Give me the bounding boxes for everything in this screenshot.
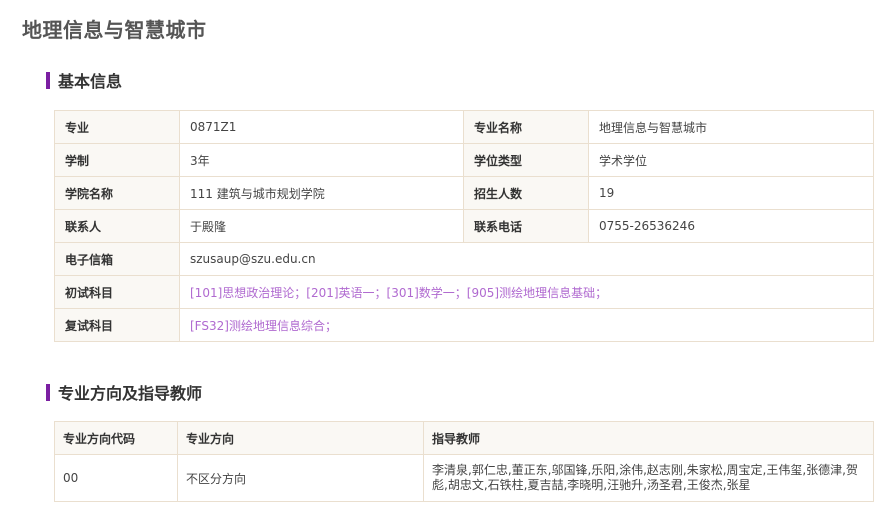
column-header-direction: 专业方向 bbox=[177, 421, 424, 455]
table-row: 初试科目 [101]思想政治理论；[201]英语一；[301]数学一；[905]… bbox=[54, 275, 874, 309]
section-heading-basic-info: 基本信息 bbox=[46, 68, 122, 92]
value-email: szusaup@szu.edu.cn bbox=[179, 242, 874, 276]
column-header-teachers: 指导教师 bbox=[423, 421, 874, 455]
value-phone: 0755-26536246 bbox=[588, 209, 874, 243]
table-row: 学制 3年 学位类型 学术学位 bbox=[54, 143, 874, 177]
table-header-row: 专业方向代码 专业方向 指导教师 bbox=[54, 421, 874, 455]
label-contact-person: 联系人 bbox=[54, 209, 180, 243]
label-retest: 复试科目 bbox=[54, 308, 180, 342]
value-contact-person: 于殿隆 bbox=[179, 209, 464, 243]
table-row: 联系人 于殿隆 联系电话 0755-26536246 bbox=[54, 209, 874, 243]
value-enrollment: 19 bbox=[588, 176, 874, 210]
table-row: 00 不区分方向 李清泉,郭仁忠,董正东,邬国锋,乐阳,涂伟,赵志刚,朱家松,周… bbox=[54, 454, 874, 502]
table-row: 学院名称 111 建筑与城市规划学院 招生人数 19 bbox=[54, 176, 874, 210]
section-heading-directions: 专业方向及指导教师 bbox=[46, 380, 202, 404]
value-college: 111 建筑与城市规划学院 bbox=[179, 176, 464, 210]
direction-teachers: 李清泉,郭仁忠,董正东,邬国锋,乐阳,涂伟,赵志刚,朱家松,周宝定,王伟玺,张德… bbox=[423, 454, 874, 502]
label-email: 电子信箱 bbox=[54, 242, 180, 276]
label-enrollment: 招生人数 bbox=[463, 176, 589, 210]
section-heading-label: 专业方向及指导教师 bbox=[58, 384, 203, 403]
value-degree-type: 学术学位 bbox=[588, 143, 874, 177]
section-heading-label: 基本信息 bbox=[58, 72, 123, 91]
page-title: 地理信息与智慧城市 bbox=[22, 18, 207, 42]
direction-name: 不区分方向 bbox=[177, 454, 424, 502]
label-degree-type: 学位类型 bbox=[463, 143, 589, 177]
table-row: 专业 0871Z1 专业名称 地理信息与智慧城市 bbox=[54, 110, 874, 144]
basic-info-table: 专业 0871Z1 专业名称 地理信息与智慧城市 学制 3年 学位类型 学术学位… bbox=[54, 110, 874, 342]
value-major-name: 地理信息与智慧城市 bbox=[588, 110, 874, 144]
direction-code: 00 bbox=[54, 454, 178, 502]
column-header-code: 专业方向代码 bbox=[54, 421, 178, 455]
label-phone: 联系电话 bbox=[463, 209, 589, 243]
label-college: 学院名称 bbox=[54, 176, 180, 210]
table-row: 复试科目 [FS32]测绘地理信息综合； bbox=[54, 308, 874, 342]
label-initial-exam: 初试科目 bbox=[54, 275, 180, 309]
value-initial-exam-subjects: [101]思想政治理论；[201]英语一；[301]数学一；[905]测绘地理信… bbox=[179, 275, 874, 309]
value-major-code: 0871Z1 bbox=[179, 110, 464, 144]
directions-table: 专业方向代码 专业方向 指导教师 00 不区分方向 李清泉,郭仁忠,董正东,邬国… bbox=[54, 421, 874, 502]
section-accent-bar bbox=[46, 71, 50, 89]
table-row: 电子信箱 szusaup@szu.edu.cn bbox=[54, 242, 874, 276]
label-major-name: 专业名称 bbox=[463, 110, 589, 144]
value-retest-subjects: [FS32]测绘地理信息综合； bbox=[179, 308, 874, 342]
section-accent-bar bbox=[46, 383, 50, 401]
label-major-code: 专业 bbox=[54, 110, 180, 144]
value-duration: 3年 bbox=[179, 143, 464, 177]
label-duration: 学制 bbox=[54, 143, 180, 177]
